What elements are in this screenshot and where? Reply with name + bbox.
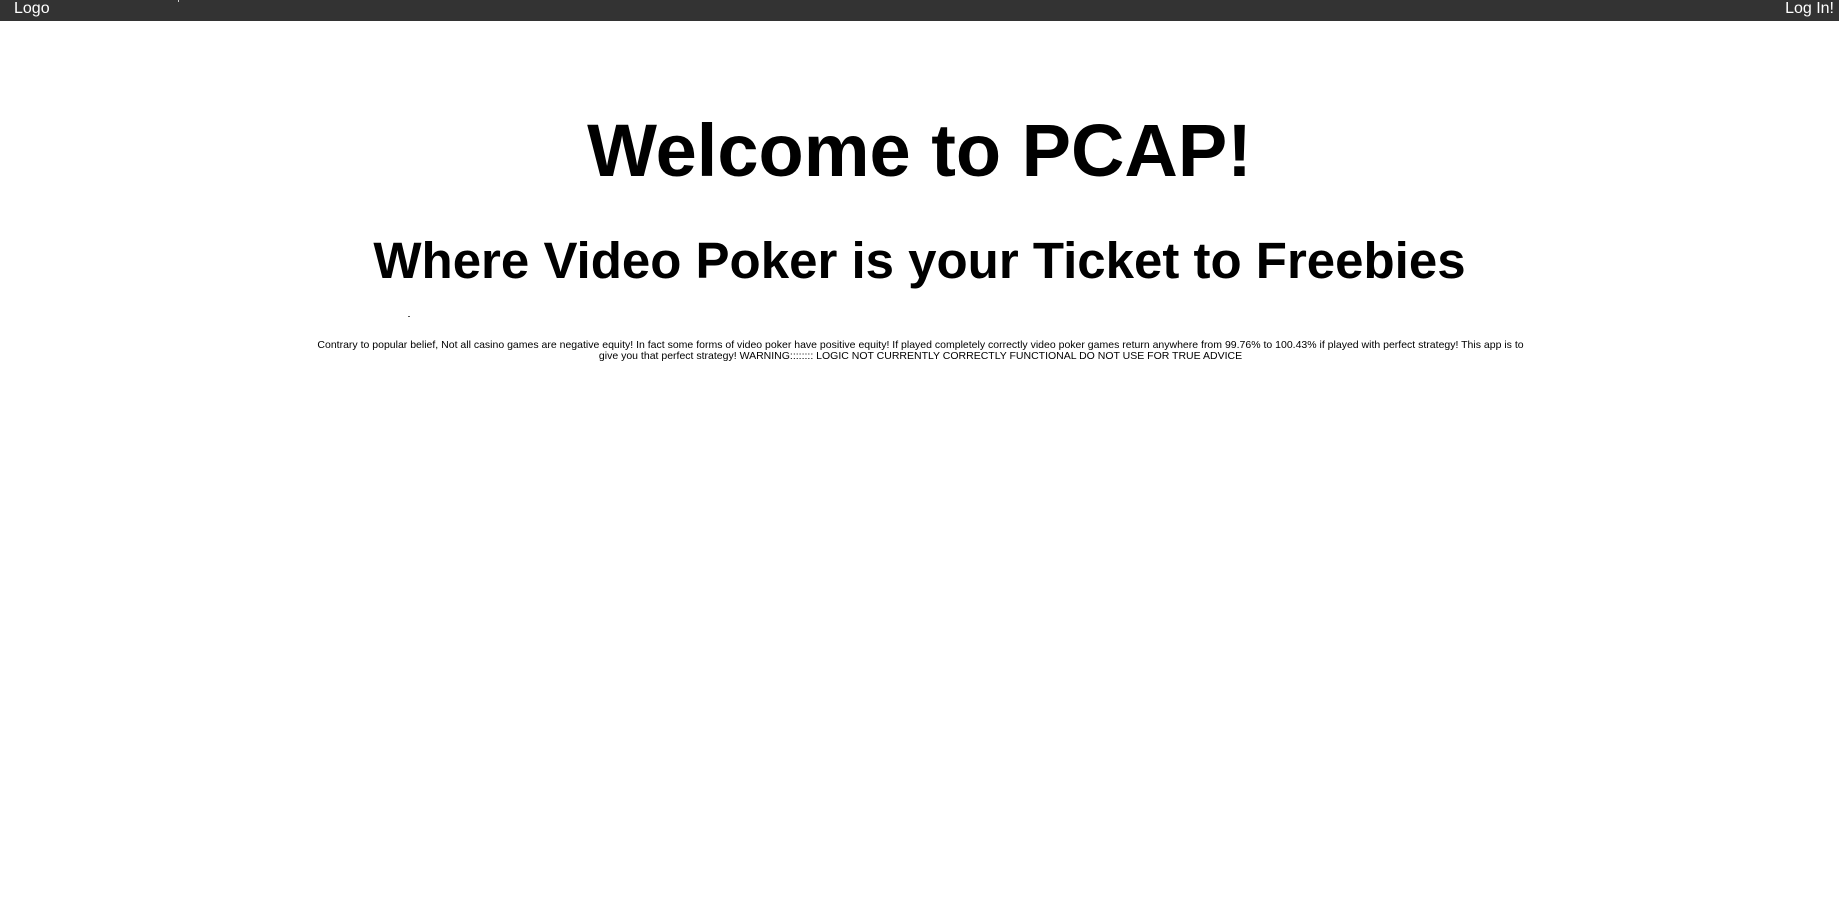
logo-link[interactable]: Logo (14, 0, 50, 17)
stray-dot (408, 316, 410, 317)
top-navigation-bar: Logo Log In! (0, 0, 1839, 21)
intro-description: Contrary to popular belief, Not all casi… (317, 339, 1524, 362)
page-title: Welcome to PCAP! (587, 109, 1252, 192)
login-link[interactable]: Log In! (1785, 0, 1834, 17)
page-subtitle: Where Video Poker is your Ticket to Free… (373, 232, 1466, 289)
topbar-divider (178, 0, 179, 2)
